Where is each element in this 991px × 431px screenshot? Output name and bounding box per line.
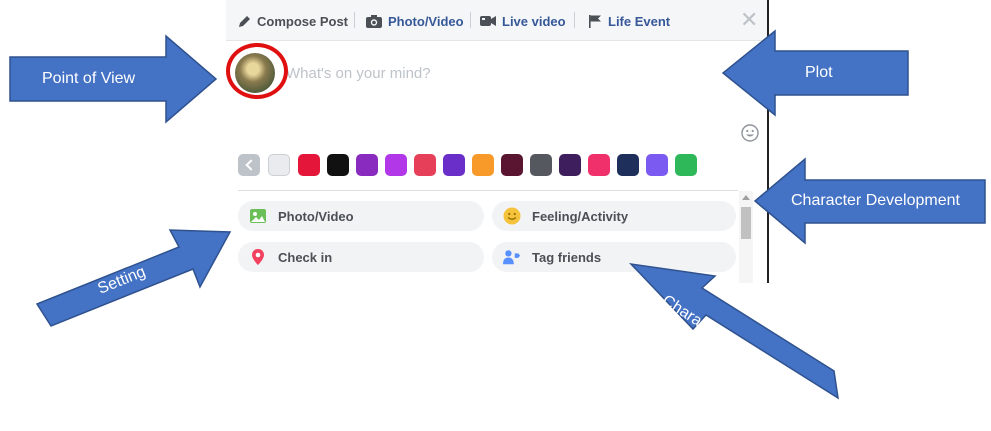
pencil-icon xyxy=(239,15,250,27)
tab-photo-video-label: Photo/Video xyxy=(388,13,464,29)
background-swatch[interactable] xyxy=(530,154,552,176)
background-swatch[interactable] xyxy=(646,154,668,176)
tab-divider xyxy=(470,12,471,28)
background-swatch[interactable] xyxy=(327,154,349,176)
video-camera-icon xyxy=(480,16,496,26)
flag-icon xyxy=(589,15,601,28)
characters-or-audience-label: Characters or Audience xyxy=(659,291,809,398)
emoji-icon[interactable] xyxy=(741,124,759,142)
tab-live-video[interactable]: Live video xyxy=(480,11,566,31)
tag-friends-label: Tag friends xyxy=(532,249,602,265)
background-swatch[interactable] xyxy=(588,154,610,176)
tab-compose-post[interactable]: Compose Post xyxy=(238,11,348,31)
divider xyxy=(238,190,738,191)
background-swatch[interactable] xyxy=(356,154,378,176)
avatar-highlight-circle xyxy=(226,43,288,99)
check-in-label: Check in xyxy=(278,249,333,265)
photo-video-label: Photo/Video xyxy=(278,208,354,224)
close-icon[interactable]: ✕ xyxy=(740,9,758,31)
character-development-label: Character Development xyxy=(791,192,960,209)
background-swatch[interactable] xyxy=(501,154,523,176)
panel-border xyxy=(767,0,769,283)
photo-icon xyxy=(250,209,266,223)
tag-friends-button[interactable]: Tag friends xyxy=(492,242,736,272)
post-text-input[interactable]: What's on your mind? xyxy=(286,65,431,82)
composer-tab-bar: Compose Post Photo/Video Live video Life… xyxy=(226,0,767,41)
characters-audience-arrow xyxy=(628,262,839,400)
scrollbar[interactable] xyxy=(739,191,753,283)
background-swatch[interactable] xyxy=(443,154,465,176)
setting-label: Setting xyxy=(95,263,148,298)
camera-icon xyxy=(366,14,382,28)
check-in-button[interactable]: Check in xyxy=(238,242,484,272)
smiley-icon xyxy=(503,207,521,225)
feeling-activity-button[interactable]: Feeling/Activity xyxy=(492,201,736,231)
point-of-view-label: Point of View xyxy=(42,70,136,87)
background-swatch[interactable] xyxy=(472,154,494,176)
photo-video-button[interactable]: Photo/Video xyxy=(238,201,484,231)
tab-live-video-label: Live video xyxy=(502,13,566,29)
plot-label: Plot xyxy=(805,64,833,81)
background-swatch[interactable] xyxy=(559,154,581,176)
compose-post-panel: Compose Post Photo/Video Live video Life… xyxy=(226,0,769,283)
feeling-activity-label: Feeling/Activity xyxy=(532,208,629,224)
background-swatch[interactable] xyxy=(414,154,436,176)
background-swatch[interactable] xyxy=(617,154,639,176)
background-swatch[interactable] xyxy=(675,154,697,176)
tag-friends-icon xyxy=(503,250,521,265)
tab-life-event[interactable]: Life Event xyxy=(588,11,670,31)
background-swatch[interactable] xyxy=(298,154,320,176)
scroll-up-icon[interactable] xyxy=(742,195,750,200)
tab-divider xyxy=(354,12,355,28)
tab-compose-post-label: Compose Post xyxy=(257,13,349,29)
chevron-left-icon xyxy=(244,159,257,171)
tab-photo-video[interactable]: Photo/Video xyxy=(366,11,464,31)
tab-divider xyxy=(574,12,575,28)
background-swatch[interactable] xyxy=(385,154,407,176)
tab-life-event-label: Life Event xyxy=(608,13,671,29)
swatch-default[interactable] xyxy=(268,154,290,176)
swatch-scroll-left-button[interactable] xyxy=(238,154,260,176)
location-pin-icon xyxy=(252,249,264,265)
scrollbar-thumb[interactable] xyxy=(741,207,751,239)
